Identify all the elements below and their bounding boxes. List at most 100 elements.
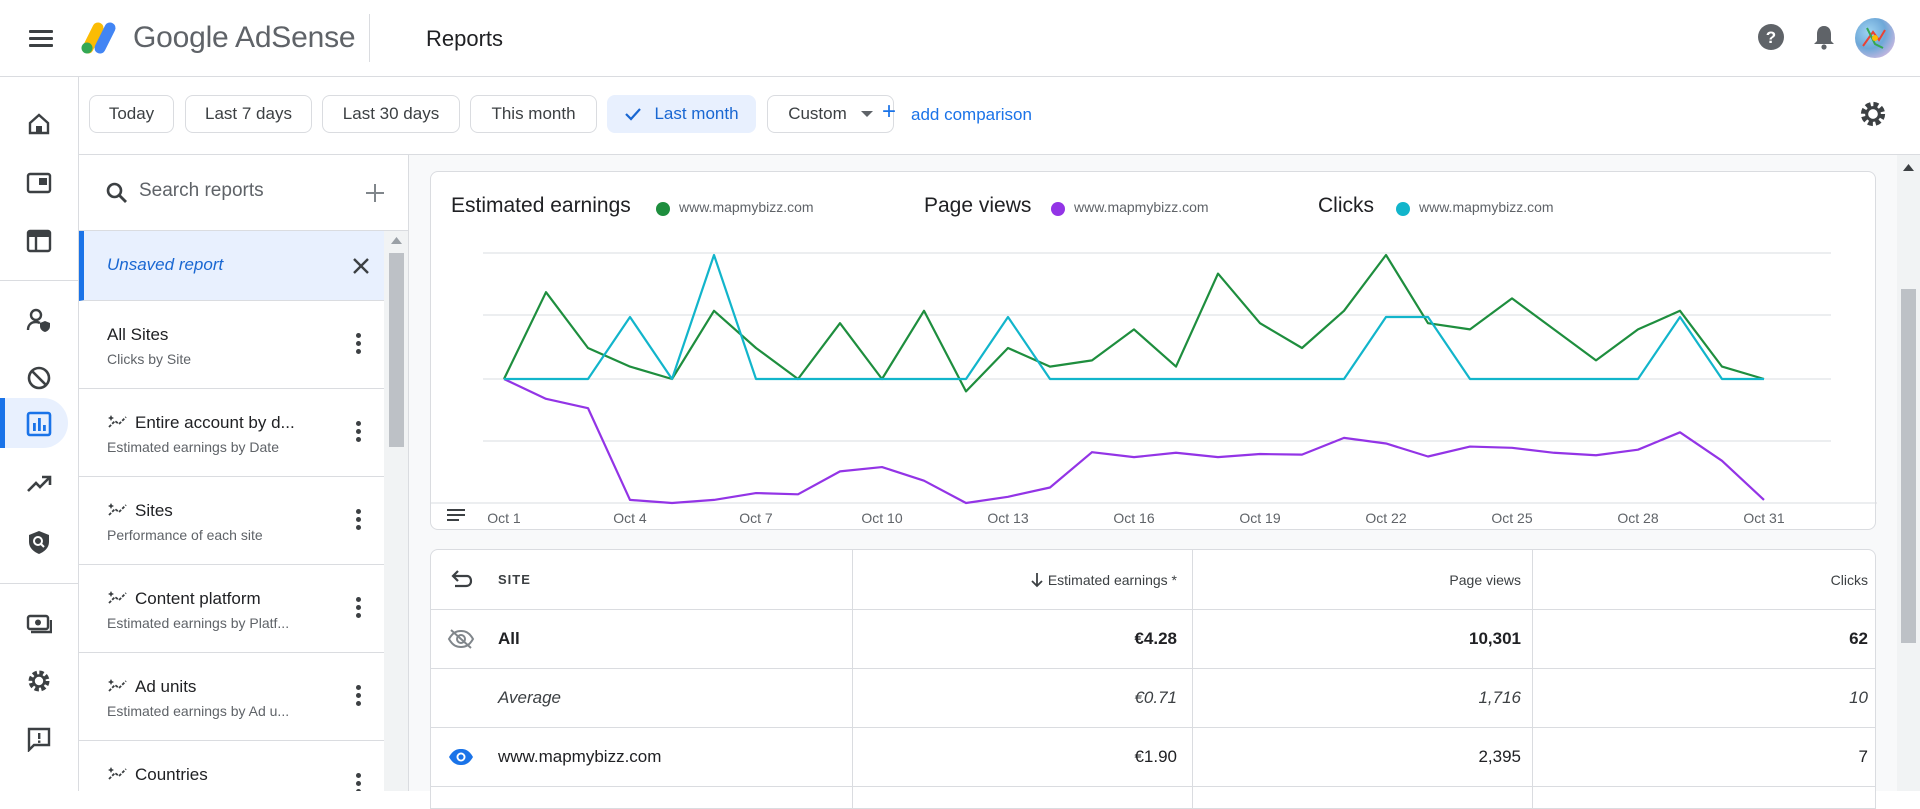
x-tick-label: Oct 4: [613, 510, 647, 526]
report-title: Content platform: [135, 589, 261, 608]
sparkle-trend-icon: [108, 679, 127, 692]
report-item-countries[interactable]: Countries: [79, 741, 384, 791]
report-item-entire-account[interactable]: Entire account by d... Estimated earning…: [79, 389, 384, 477]
chip-this-month[interactable]: This month: [470, 95, 597, 133]
line-chart: Oct 1 Oct 4 Oct 7 Oct 10 Oct 13 Oct 16 Oct 19 O…: [431, 252, 1877, 526]
column-header-site[interactable]: SITE: [498, 550, 531, 609]
cell-clicks: 62: [1849, 629, 1868, 648]
report-subtitle: Estimated earnings by Date: [107, 439, 279, 455]
column-header-pageviews[interactable]: Page views: [1449, 550, 1521, 609]
series-line-estimated-earnings[interactable]: [503, 253, 1765, 393]
chip-last-7-days[interactable]: Last 7 days: [185, 95, 312, 133]
help-icon[interactable]: ?: [1754, 20, 1788, 54]
column-header-label: Estimated earnings *: [1047, 571, 1177, 588]
person-shield-icon: [26, 308, 50, 332]
x-tick-label: Oct 25: [1491, 510, 1532, 526]
column-header-clicks[interactable]: Clicks: [1831, 550, 1868, 609]
report-main-area: Estimated earnings www.mapmybizz.com Pag…: [409, 155, 1897, 809]
chip-today[interactable]: Today: [89, 95, 174, 133]
reports-scrollbar-thumb[interactable]: [389, 253, 404, 447]
sparkle-trend-icon: [108, 415, 127, 428]
more-options-icon[interactable]: [356, 597, 362, 619]
plus-icon: +: [882, 98, 897, 125]
nav-account-settings[interactable]: [0, 655, 79, 705]
main-menu-icon[interactable]: [24, 22, 58, 56]
nav-blocking-controls[interactable]: [0, 352, 79, 402]
dropdown-arrow-icon: [860, 111, 873, 117]
add-comparison-label: add comparison: [911, 105, 1032, 124]
visibility-icon[interactable]: [447, 747, 475, 767]
nav-privacy-messaging[interactable]: [0, 294, 79, 344]
report-item-sites[interactable]: Sites Performance of each site: [79, 477, 384, 565]
chart-table-toggle-icon[interactable]: [447, 508, 465, 522]
policy-shield-icon: [29, 531, 49, 554]
report-subtitle: Estimated earnings by Ad u...: [107, 703, 290, 719]
cell-earnings: €1.90: [1134, 747, 1177, 766]
block-icon: [27, 366, 51, 390]
home-icon: [28, 113, 50, 135]
reports-scrollbar[interactable]: [384, 231, 408, 791]
visibility-off-icon[interactable]: [447, 628, 475, 650]
more-options-icon[interactable]: [356, 773, 362, 791]
nav-ads[interactable]: [0, 157, 79, 207]
nav-payments[interactable]: [0, 597, 79, 647]
report-title: Ad units: [135, 677, 197, 696]
report-item-ad-units[interactable]: Ad units Estimated earnings by Ad u...: [79, 653, 384, 741]
main-scrollbar[interactable]: [1897, 155, 1920, 791]
more-options-icon[interactable]: [356, 685, 362, 707]
notifications-bell-icon[interactable]: [1807, 20, 1841, 54]
chip-last-30-days[interactable]: Last 30 days: [322, 95, 460, 133]
chip-custom-dropdown[interactable]: Custom: [767, 95, 894, 133]
nav-policy-center[interactable]: [0, 516, 79, 566]
page-title: Reports: [426, 26, 504, 51]
more-options-icon[interactable]: [356, 421, 362, 443]
more-options-icon[interactable]: [356, 509, 362, 531]
payments-icon: [26, 614, 52, 634]
close-icon[interactable]: [351, 256, 371, 276]
nav-reports[interactable]: [0, 398, 68, 448]
nav-sites[interactable]: [0, 215, 79, 265]
scroll-up-arrow-icon[interactable]: [1903, 164, 1914, 171]
add-comparison-button[interactable]: + add comparison: [882, 98, 1032, 125]
series-line-clicks[interactable]: [504, 253, 1764, 381]
table-header-row: SITE Estimated earnings * Page views Cli…: [431, 550, 1875, 610]
search-reports-input[interactable]: [139, 180, 339, 202]
svg-text:?: ?: [1766, 28, 1776, 47]
top-bar: Google AdSense Reports ?: [0, 0, 1920, 77]
report-subtitle: Clicks by Site: [107, 351, 192, 367]
nav-home[interactable]: [0, 98, 79, 148]
date-filter-bar: Today Last 7 days Last 30 days This mont…: [79, 77, 1920, 155]
reports-chart-icon: [26, 411, 52, 437]
check-icon: [625, 108, 642, 121]
report-subtitle: Estimated earnings by Platf...: [107, 615, 290, 631]
ads-icon: [26, 172, 52, 194]
report-item-content-platform[interactable]: Content platform Estimated earnings by P…: [79, 565, 384, 653]
x-tick-label: Oct 16: [1113, 510, 1154, 526]
report-title: All Sites: [107, 325, 169, 344]
cell-pageviews: 10,301: [1469, 629, 1521, 648]
account-avatar[interactable]: [1855, 18, 1895, 58]
table-row: www.mapmybizz.com €1.90 2,395 7: [431, 728, 1875, 787]
nav-divider: [0, 280, 79, 281]
x-tick-label: Oct 1: [487, 510, 521, 526]
main-scrollbar-thumb[interactable]: [1901, 289, 1916, 643]
report-table: SITE Estimated earnings * Page views Cli…: [430, 549, 1876, 809]
cell-pageviews: 2,395: [1478, 747, 1521, 766]
adsense-logo-icon: [81, 22, 116, 54]
x-tick-label: Oct 13: [987, 510, 1028, 526]
scroll-up-arrow-icon[interactable]: [391, 237, 402, 244]
saved-reports-list: Unsaved report All Sites Clicks by Site …: [79, 231, 384, 791]
report-item-all-sites[interactable]: All Sites Clicks by Site: [79, 301, 384, 389]
left-navigation-rail: [0, 77, 79, 791]
x-tick-label: Oct 19: [1239, 510, 1280, 526]
add-report-plus-icon[interactable]: [364, 182, 386, 204]
nav-optimization[interactable]: [0, 458, 79, 508]
column-header-earnings[interactable]: Estimated earnings *: [1030, 550, 1177, 609]
unsaved-report-item[interactable]: Unsaved report: [79, 231, 384, 301]
chip-label: Last 30 days: [342, 104, 440, 123]
nav-feedback[interactable]: [0, 713, 79, 763]
report-settings-gear-icon[interactable]: [1858, 99, 1888, 129]
more-options-icon[interactable]: [356, 333, 362, 355]
undo-back-icon[interactable]: [449, 568, 473, 590]
chip-last-month[interactable]: Last month: [607, 95, 756, 133]
